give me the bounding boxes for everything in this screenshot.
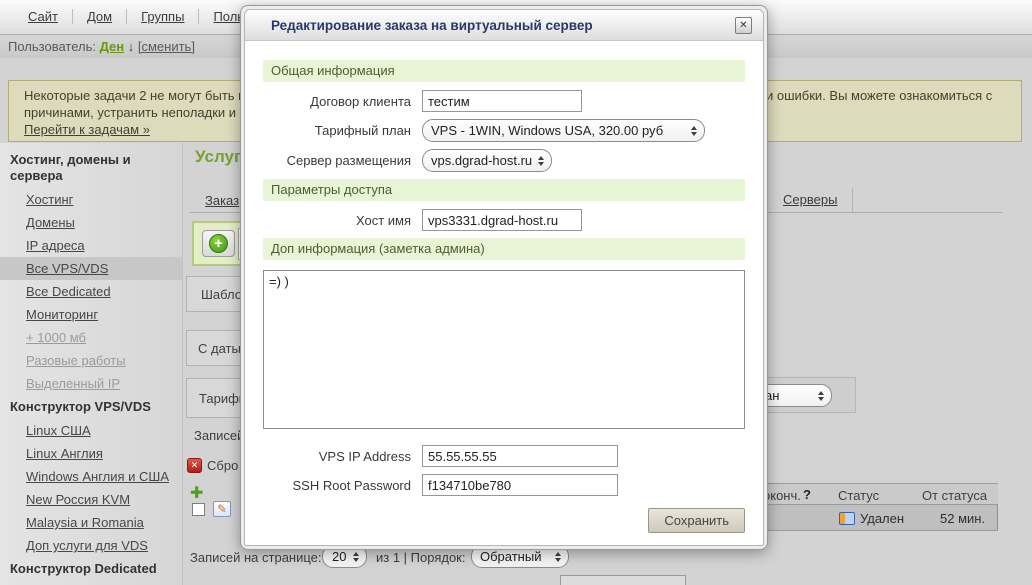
warning-line1-right: и ошибки. Вы можете ознакомиться с bbox=[766, 88, 992, 103]
sidebar-section-hosting: Хостинг, домены и сервера bbox=[0, 148, 182, 188]
placement-server-value: vps.dgrad-host.ru bbox=[431, 153, 532, 168]
row-status-value: Удален bbox=[860, 511, 904, 526]
hostname-row: Хост имя bbox=[263, 209, 745, 231]
plus-icon: + bbox=[209, 234, 228, 253]
tariff-plan-label: Тарифный план bbox=[263, 123, 411, 138]
modal-body: Общая информация Договор клиента Тарифны… bbox=[245, 41, 763, 545]
sidebar-item-domains[interactable]: Домены bbox=[0, 211, 182, 234]
tab-orders[interactable]: Заказ bbox=[205, 193, 239, 208]
tariff-plan-value: VPS - 1WIN, Windows USA, 320.00 руб bbox=[431, 123, 663, 138]
nav-groups[interactable]: Группы bbox=[127, 9, 199, 24]
edit-order-modal: Редактирование заказа на виртуальный сер… bbox=[240, 5, 768, 550]
reset-x-icon: ✕ bbox=[187, 458, 202, 473]
partial-bottom-box bbox=[560, 575, 686, 585]
down-arrow-icon: ↓ bbox=[128, 39, 135, 54]
hostname-input[interactable] bbox=[422, 209, 582, 231]
add-row-icon[interactable]: ✚ bbox=[190, 483, 203, 503]
tariff-filter-label: Тарифн bbox=[199, 391, 246, 406]
reset-label: Сбро bbox=[207, 458, 238, 473]
section-admin-note: Доп информация (заметка админа) bbox=[263, 238, 745, 260]
warning-line2: причинами, устранить неполадки и акти bbox=[24, 105, 266, 120]
modal-title: Редактирование заказа на виртуальный сер… bbox=[271, 18, 593, 33]
sidebar-item-hosting[interactable]: Хостинг bbox=[0, 188, 182, 211]
sidebar-item-linux-england[interactable]: Linux Англия bbox=[0, 442, 182, 465]
select-arrows-icon bbox=[538, 156, 544, 166]
records-label: Записей bbox=[194, 428, 244, 443]
user-name-link[interactable]: Ден bbox=[100, 39, 125, 54]
hostname-label: Хост имя bbox=[263, 213, 411, 228]
template-filter-button[interactable]: Шабло bbox=[186, 276, 244, 312]
per-page-value: 20 bbox=[332, 549, 346, 564]
tab-servers[interactable]: Серверы bbox=[783, 192, 837, 207]
ssh-password-input[interactable] bbox=[422, 474, 618, 496]
sidebar-item-windows-england-usa[interactable]: Windows Англия и США bbox=[0, 465, 182, 488]
sidebar-item-ip-addresses[interactable]: IP адреса bbox=[0, 234, 182, 257]
placement-server-row: Сервер размещения vps.dgrad-host.ru bbox=[263, 149, 745, 172]
page-title: Услуг bbox=[195, 147, 241, 167]
section-access-params: Параметры доступа bbox=[263, 179, 745, 201]
user-label: Пользователь: bbox=[8, 39, 96, 54]
tariff-plan-row: Тарифный план VPS - 1WIN, Windows USA, 3… bbox=[263, 119, 745, 142]
from-date-filter-button[interactable]: С даты bbox=[186, 330, 244, 366]
select-arrows-icon bbox=[555, 552, 561, 562]
ssh-password-label: SSH Root Password bbox=[263, 478, 411, 493]
order-select-value: Обратный bbox=[480, 549, 541, 564]
row-checkbox[interactable] bbox=[192, 503, 205, 516]
section-general-info: Общая информация bbox=[263, 60, 745, 82]
sidebar-item-dedicated-ip[interactable]: Выделенный IP bbox=[0, 372, 182, 395]
vps-ip-input[interactable] bbox=[422, 445, 618, 467]
col-from-status: От статуса bbox=[922, 488, 987, 503]
nav-site[interactable]: Сайт bbox=[28, 9, 73, 24]
help-icon[interactable]: ? bbox=[803, 487, 811, 502]
placement-server-label: Сервер размещения bbox=[263, 153, 411, 168]
col-end-date: оконч. bbox=[763, 488, 801, 503]
sidebar-item-monitoring[interactable]: Мониторинг bbox=[0, 303, 182, 326]
status-icon bbox=[839, 512, 855, 525]
ssh-password-row: SSH Root Password bbox=[263, 474, 745, 496]
sidebar-section-vps-constructor: Конструктор VPS/VDS bbox=[0, 395, 182, 419]
warning-line1-left: Некоторые задачи 2 не могут быть вып bbox=[24, 88, 261, 103]
select-arrows-icon bbox=[353, 552, 359, 562]
tariff-plan-select[interactable]: VPS - 1WIN, Windows USA, 320.00 руб bbox=[422, 119, 705, 142]
edit-icon[interactable]: ✎ bbox=[213, 501, 231, 517]
template-filter-label: Шабло bbox=[201, 287, 242, 302]
pager-middle-label: из 1 | Порядок: bbox=[376, 550, 465, 565]
sidebar-item-all-dedicated[interactable]: Все Dedicated bbox=[0, 280, 182, 303]
contract-input[interactable] bbox=[422, 90, 582, 112]
modal-title-bar: Редактирование заказа на виртуальный сер… bbox=[245, 10, 763, 41]
admin-note-textarea[interactable]: =) ) bbox=[263, 270, 745, 429]
sidebar-item-new-russia-kvm[interactable]: New Россия KVM bbox=[0, 488, 182, 511]
reset-filters-button[interactable]: ✕ Сбро bbox=[187, 458, 238, 473]
contract-label: Договор клиента bbox=[263, 94, 411, 109]
from-date-filter-label: С даты bbox=[198, 341, 241, 356]
select-arrows-icon bbox=[691, 126, 697, 136]
row-since-value: 52 мин. bbox=[940, 511, 985, 526]
vps-ip-label: VPS IP Address bbox=[263, 449, 411, 464]
go-to-tasks-link[interactable]: Перейти к задачам » bbox=[24, 122, 150, 137]
col-status: Статус bbox=[838, 488, 879, 503]
close-icon[interactable]: ✕ bbox=[735, 17, 752, 34]
sidebar-section-dedicated-constructor: Конструктор Dedicated bbox=[0, 557, 182, 581]
tab-servers-box: Серверы bbox=[769, 188, 853, 212]
sidebar-item-all-vps[interactable]: Все VPS/VDS bbox=[0, 257, 182, 280]
save-button[interactable]: Сохранить bbox=[648, 508, 745, 533]
tariff-filter-button[interactable]: Тарифн bbox=[186, 378, 244, 418]
per-page-label: Записей на странице: bbox=[190, 550, 322, 565]
placement-server-select[interactable]: vps.dgrad-host.ru bbox=[422, 149, 552, 172]
sidebar-item-linux-usa[interactable]: Linux США bbox=[0, 419, 182, 442]
add-order-button[interactable]: + bbox=[202, 230, 235, 257]
save-row: Сохранить bbox=[263, 508, 745, 533]
sidebar: Хостинг, домены и сервера Хостинг Домены… bbox=[0, 143, 183, 585]
sidebar-item-one-time-jobs[interactable]: Разовые работы bbox=[0, 349, 182, 372]
sidebar-item-malaysia-romania[interactable]: Malaysia и Romania bbox=[0, 511, 182, 534]
sidebar-item-vds-extra-services[interactable]: Доп услуги для VDS bbox=[0, 534, 182, 557]
table-row-controls: ✎ bbox=[192, 501, 231, 517]
sidebar-item-1000mb[interactable]: + 1000 мб bbox=[0, 326, 182, 349]
vps-ip-row: VPS IP Address bbox=[263, 445, 745, 467]
nav-home[interactable]: Дом bbox=[73, 9, 127, 24]
contract-row: Договор клиента bbox=[263, 90, 745, 112]
screen: Сайт Дом Группы Пользова Пользователь: Д… bbox=[0, 0, 1032, 585]
select-arrows-icon bbox=[818, 391, 824, 401]
change-user-link[interactable]: [сменить] bbox=[138, 39, 195, 54]
